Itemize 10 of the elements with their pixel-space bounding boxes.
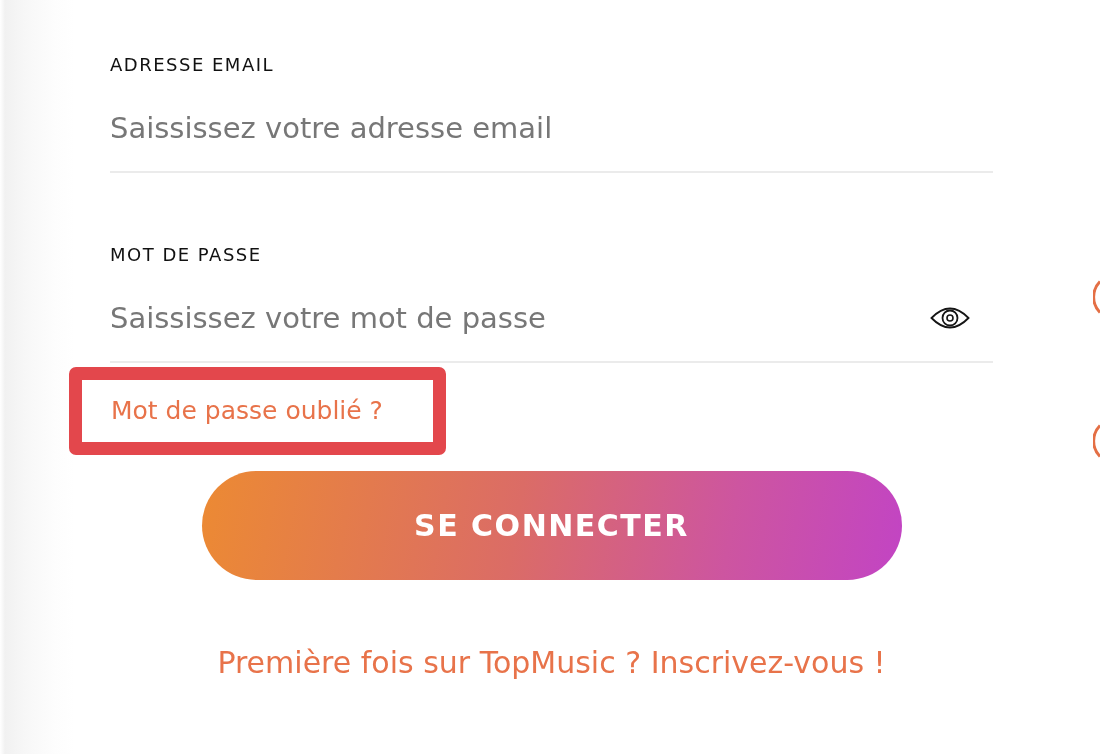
eye-icon[interactable] xyxy=(930,306,970,330)
field-label: ADRESSE EMAIL xyxy=(110,55,275,75)
cut-off-ring xyxy=(1093,424,1100,458)
login-button[interactable]: SE CONNECTER xyxy=(201,471,902,580)
field-label: MOT DE PASSE xyxy=(110,245,262,265)
cut-off-ring xyxy=(1093,280,1100,314)
password-field[interactable]: Saississez votre mot de passe xyxy=(110,265,993,363)
email-field[interactable]: Saississez votre adresse email xyxy=(110,75,993,173)
signup-link[interactable]: Première fois sur TopMusic ? Inscrivez-vous ! xyxy=(217,646,886,680)
forgot-password-link[interactable]: Mot de passe oublié ? xyxy=(111,396,383,426)
